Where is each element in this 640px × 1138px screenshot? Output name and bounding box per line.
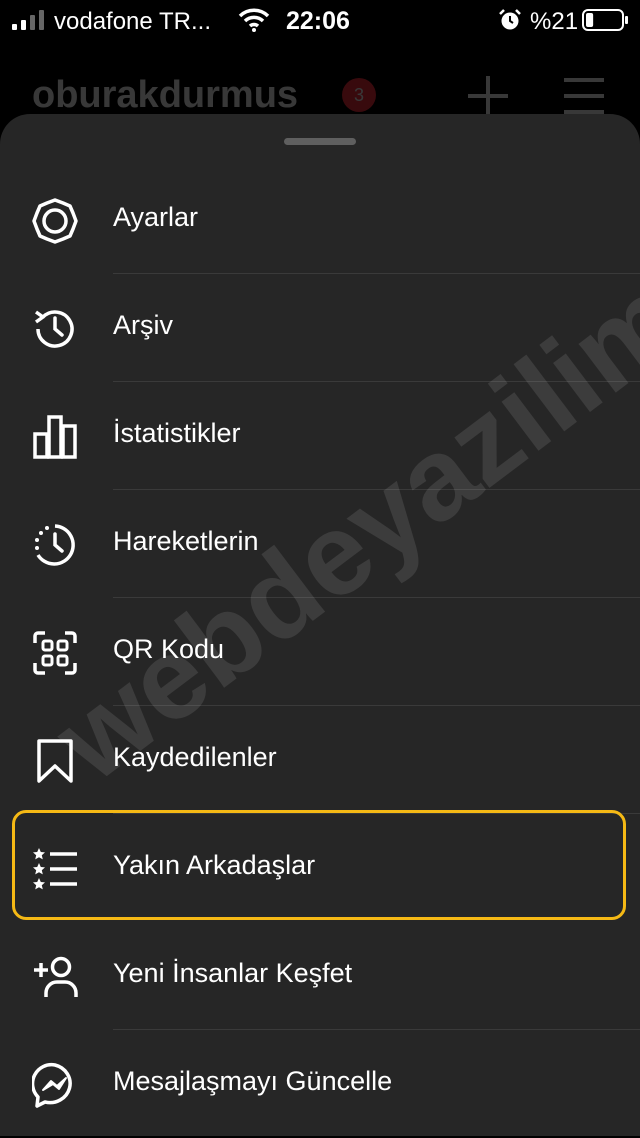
battery-icon xyxy=(582,9,628,31)
settings-icon xyxy=(32,198,78,244)
menu-item-label: İstatistikler xyxy=(113,418,241,448)
add-person-icon xyxy=(34,956,78,997)
menu-item-label: Yeni İnsanlar Keşfet xyxy=(113,958,353,988)
bar-chart-icon xyxy=(33,415,77,459)
status-bar: vodafone TR... 22:06 %21 xyxy=(0,0,640,40)
plus-icon[interactable] xyxy=(466,74,510,118)
menu-item-discover-people[interactable]: Yeni İnsanlar Keşfet xyxy=(0,922,640,1030)
clock-time: 22:06 xyxy=(286,7,350,35)
menu-item-label: Kaydedilenler xyxy=(113,742,277,772)
menu-item-label: Yakın Arkadaşlar xyxy=(113,850,316,880)
menu-item-settings[interactable]: Ayarlar xyxy=(0,166,640,274)
activity-clock-icon xyxy=(35,524,75,566)
archive-history-icon xyxy=(34,310,74,348)
menu-item-label: Hareketlerin xyxy=(113,526,259,556)
menu-item-insights[interactable]: İstatistikler xyxy=(0,382,640,490)
menu-item-your-activity[interactable]: Hareketlerin xyxy=(0,490,640,598)
menu-item-close-friends[interactable]: Yakın Arkadaşlar xyxy=(0,810,640,922)
menu-item-archive[interactable]: Arşiv xyxy=(0,274,640,382)
menu-item-label: Arşiv xyxy=(113,310,173,340)
menu-item-update-messaging[interactable]: Mesajlaşmayı Güncelle xyxy=(0,1030,640,1138)
hamburger-menu-icon[interactable] xyxy=(562,76,606,116)
profile-username[interactable]: oburakdurmus xyxy=(32,74,298,117)
cellular-signal-icon xyxy=(12,10,44,30)
qr-code-icon xyxy=(33,631,77,675)
battery-percentage: %21 xyxy=(530,8,579,35)
menu-item-qr-code[interactable]: QR Kodu xyxy=(0,598,640,706)
menu-item-label: Ayarlar xyxy=(113,202,199,232)
alarm-icon xyxy=(499,9,521,30)
menu-item-label: Mesajlaşmayı Güncelle xyxy=(113,1066,393,1096)
carrier-name: vodafone TR... xyxy=(54,8,211,35)
sheet-grabber-handle[interactable] xyxy=(284,138,356,145)
notification-badge: 3 xyxy=(342,78,376,112)
menu-item-saved[interactable]: Kaydedilenler xyxy=(0,706,640,814)
menu-item-label: QR Kodu xyxy=(113,634,225,664)
options-bottom-sheet: Ayarlar Arşiv İstatistikler Hareketlerin… xyxy=(0,114,640,1136)
close-friends-list-icon xyxy=(33,848,77,890)
wifi-icon xyxy=(238,8,270,32)
bookmark-icon xyxy=(37,739,73,783)
options-menu-list: Ayarlar Arşiv İstatistikler Hareketlerin… xyxy=(0,166,640,1138)
messenger-icon xyxy=(32,1062,72,1108)
